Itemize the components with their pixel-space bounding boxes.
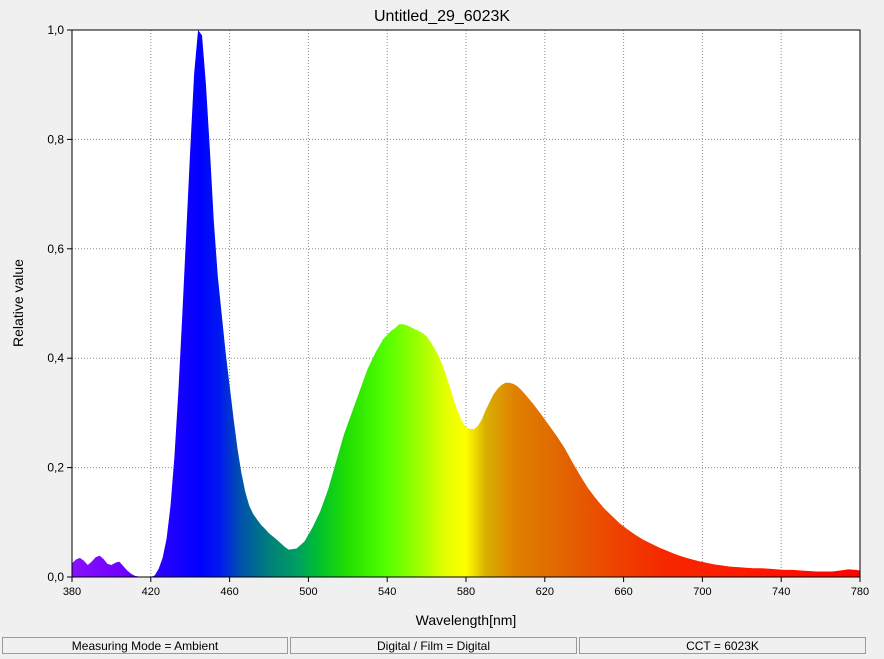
- spectrum-chart: 380 420 460 500 540 580 620 660 700 740 780 0,0 0,2…: [0, 0, 884, 634]
- y-tick-label: 0,8: [47, 132, 64, 146]
- x-tick-label: 420: [142, 586, 160, 598]
- x-tick-label: 500: [299, 586, 317, 598]
- x-tick-label: 700: [693, 586, 711, 598]
- x-tick-label: 620: [536, 586, 554, 598]
- x-tick-label: 540: [378, 586, 396, 598]
- y-tick-label: 1,0: [47, 23, 64, 37]
- x-tick-label: 460: [220, 586, 238, 598]
- status-cct: CCT = 6023K: [579, 637, 866, 654]
- chart-title: Untitled_29_6023K: [374, 8, 510, 25]
- x-tick-label: 580: [457, 586, 475, 598]
- status-measuring-mode: Measuring Mode = Ambient: [2, 637, 288, 654]
- y-tick-label: 0,6: [47, 242, 64, 256]
- x-tick-label: 740: [772, 586, 790, 598]
- x-tick-label: 660: [614, 586, 632, 598]
- y-axis-label: Relative value: [10, 259, 26, 347]
- x-axis-label: Wavelength[nm]: [416, 612, 517, 628]
- y-tick-label: 0,4: [47, 351, 64, 365]
- status-bar: Measuring Mode = Ambient Digital / Film …: [0, 634, 884, 659]
- x-tick-label: 380: [63, 586, 81, 598]
- y-tick-label: 0,2: [47, 461, 64, 475]
- y-tick-label: 0,0: [47, 570, 64, 584]
- status-digital-film: Digital / Film = Digital: [290, 637, 577, 654]
- x-tick-label: 780: [851, 586, 869, 598]
